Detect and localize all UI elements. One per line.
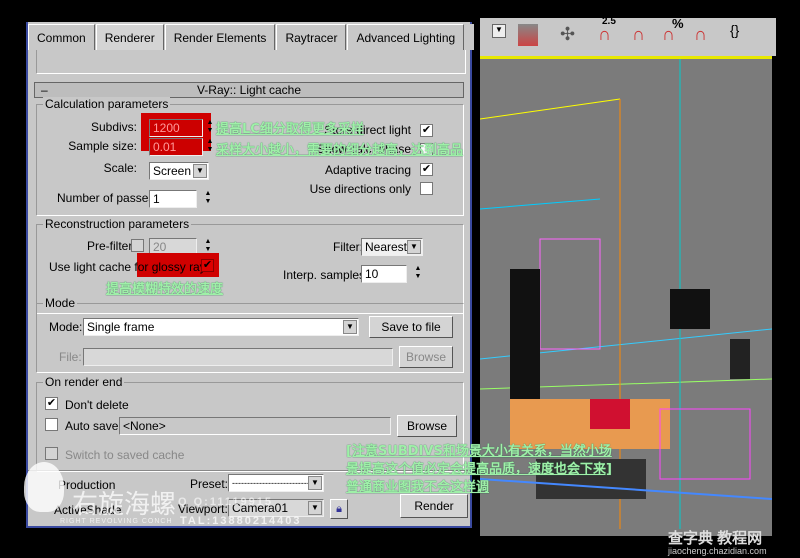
scale-dropdown[interactable]: Screen ▼ bbox=[149, 162, 209, 180]
glossy-rays-label: Use light cache for glossy rays bbox=[49, 260, 212, 274]
save-to-file-button[interactable]: Save to file bbox=[369, 316, 453, 338]
store-direct-light-checkbox[interactable]: ✔ bbox=[420, 124, 433, 137]
annotation-note-1: [注意SUBDIVS和场景大小有关系，当然小场 bbox=[346, 444, 612, 459]
subdivs-spinner[interactable]: ▲ ▼ bbox=[205, 119, 215, 137]
mode-value: Single frame bbox=[87, 320, 155, 334]
watermark-subtitle: RIGHT REVOLVING CONCH bbox=[60, 518, 173, 525]
previous-rollout bbox=[36, 50, 466, 74]
use-directions-only-checkbox[interactable] bbox=[420, 182, 433, 195]
site-url: jiaocheng.chazidian.com bbox=[668, 546, 767, 556]
passes-input[interactable]: 1 bbox=[149, 190, 197, 208]
chevron-down-icon[interactable]: ▼ bbox=[492, 24, 506, 38]
snap-magnet-icon[interactable]: ∩ bbox=[598, 24, 611, 45]
chevron-down-icon: ▼ bbox=[407, 240, 421, 254]
rollout-title: V-Ray:: Light cache bbox=[196, 83, 302, 97]
percent-label: % bbox=[672, 16, 684, 31]
tab-render-elements[interactable]: Render Elements bbox=[164, 24, 276, 50]
lock-icon[interactable]: 🔒︎ bbox=[330, 499, 348, 519]
group-title: Reconstruction parameters bbox=[43, 217, 192, 231]
annotation-glossy: 提高模糊特效的速度 bbox=[106, 282, 224, 297]
filter-label: Filter: bbox=[333, 240, 363, 254]
tab-renderer[interactable]: Renderer bbox=[95, 24, 164, 50]
tab-raytracer[interactable]: Raytracer bbox=[276, 24, 347, 50]
conch-logo-icon bbox=[24, 462, 64, 512]
interp-samples-input[interactable]: 10 bbox=[361, 265, 407, 283]
group-title: On render end bbox=[43, 375, 125, 389]
mode-group: Mode Mode: Single frame ▼ Save to file Fi… bbox=[36, 296, 464, 373]
auto-save-path[interactable]: <None> bbox=[119, 417, 391, 435]
file-input[interactable] bbox=[83, 348, 393, 366]
render-button[interactable]: Render bbox=[400, 494, 468, 518]
file-label: File: bbox=[59, 350, 82, 364]
subdivs-label: Subdivs: bbox=[90, 120, 137, 134]
mode-label: Mode: bbox=[49, 320, 83, 334]
preset-label: Preset: bbox=[190, 477, 229, 491]
chevron-down-icon: ▼ bbox=[193, 164, 207, 178]
scale-label: Scale: bbox=[103, 161, 137, 175]
watermark-logo-text: 右旋海螺 bbox=[72, 489, 177, 519]
axis-constraint-icon[interactable]: ✣ bbox=[560, 24, 575, 45]
chevron-down-icon: ▼ bbox=[308, 501, 322, 515]
passes-label: Number of passes: bbox=[57, 191, 158, 205]
light-cache-rollout-header[interactable]: – V-Ray:: Light cache bbox=[34, 82, 464, 98]
subdivs-input[interactable]: 1200 bbox=[149, 119, 203, 137]
recon-params-group: Reconstruction parameters Pre-filter: 20… bbox=[36, 217, 464, 314]
annotation-sample-size: 采样大小越小，需要的细分越高，达到高品 bbox=[216, 143, 464, 158]
mode-browse-button[interactable]: Browse bbox=[399, 346, 453, 368]
annotation-note-2: 景提高这个值必定会提高品质，速度也会下来] bbox=[346, 462, 612, 477]
group-title: Calculation parameters bbox=[43, 97, 171, 111]
tab-advanced-lighting[interactable]: Advanced Lighting bbox=[347, 24, 465, 50]
adaptive-tracing-checkbox[interactable]: ✔ bbox=[420, 163, 433, 176]
dont-delete-label: Don't delete bbox=[65, 398, 129, 412]
snap-value: 2.5 bbox=[602, 16, 616, 27]
passes-spinner[interactable]: ▲ ▼ bbox=[203, 190, 213, 208]
auto-save-checkbox[interactable] bbox=[45, 418, 58, 431]
dont-delete-checkbox[interactable]: ✔ bbox=[45, 397, 58, 410]
filter-value: Nearest bbox=[365, 240, 408, 254]
watermark-qq: Q Q:11119915 bbox=[178, 496, 273, 508]
angle-snap-icon[interactable]: ∩ bbox=[632, 24, 645, 45]
glossy-rays-checkbox[interactable]: ✔ bbox=[201, 259, 214, 272]
annotation-note-3: 普通商业图我不会这样调 bbox=[346, 480, 490, 495]
chevron-down-icon: ▼ bbox=[343, 320, 357, 334]
tab-common[interactable]: Common bbox=[28, 24, 95, 50]
edit-named-selection-icon[interactable]: {} bbox=[730, 22, 739, 38]
annotation-subdivs: 提高LC细分取得更多采样 bbox=[216, 122, 364, 137]
auto-save-label: Auto save: bbox=[65, 419, 122, 433]
site-watermark: 查字典 教程网 bbox=[668, 530, 763, 547]
chevron-down-icon: ▼ bbox=[308, 476, 322, 490]
sample-size-spinner[interactable]: ▲ ▼ bbox=[205, 138, 215, 156]
preset-value: ---------------------------- bbox=[232, 478, 316, 488]
main-toolbar: ▼ ✣ ∩ 2.5 ∩ ∩ % ∩ {} bbox=[480, 16, 776, 56]
watermark-tel: TAL:13880214403 bbox=[180, 515, 302, 527]
prefilter-checkbox[interactable] bbox=[131, 239, 144, 252]
interp-samples-label: Interp. samples: bbox=[283, 268, 369, 282]
sample-size-input[interactable]: 0.01 bbox=[149, 138, 203, 156]
prefilter-label: Pre-filter: bbox=[87, 239, 136, 253]
filter-dropdown[interactable]: Nearest ▼ bbox=[361, 238, 423, 256]
layers-icon[interactable] bbox=[518, 24, 538, 46]
sample-size-label: Sample size: bbox=[68, 139, 137, 153]
auto-save-browse-button[interactable]: Browse bbox=[397, 415, 457, 437]
interp-samples-spinner[interactable]: ▲ ▼ bbox=[413, 265, 423, 283]
group-title: Mode bbox=[43, 296, 78, 310]
use-directions-only-label: Use directions only bbox=[309, 182, 411, 196]
scale-value: Screen bbox=[153, 164, 192, 178]
switch-cache-label: Switch to saved cache bbox=[65, 448, 185, 462]
adaptive-tracing-label: Adaptive tracing bbox=[324, 163, 411, 177]
mode-dropdown[interactable]: Single frame ▼ bbox=[83, 318, 359, 336]
switch-cache-checkbox[interactable] bbox=[45, 447, 58, 460]
tab-bar: Common Renderer Render Elements Raytrace… bbox=[28, 24, 474, 50]
preset-dropdown[interactable]: ---------------------------- ▼ bbox=[228, 474, 324, 492]
spinner-snap-icon[interactable]: ∩ bbox=[694, 24, 707, 45]
